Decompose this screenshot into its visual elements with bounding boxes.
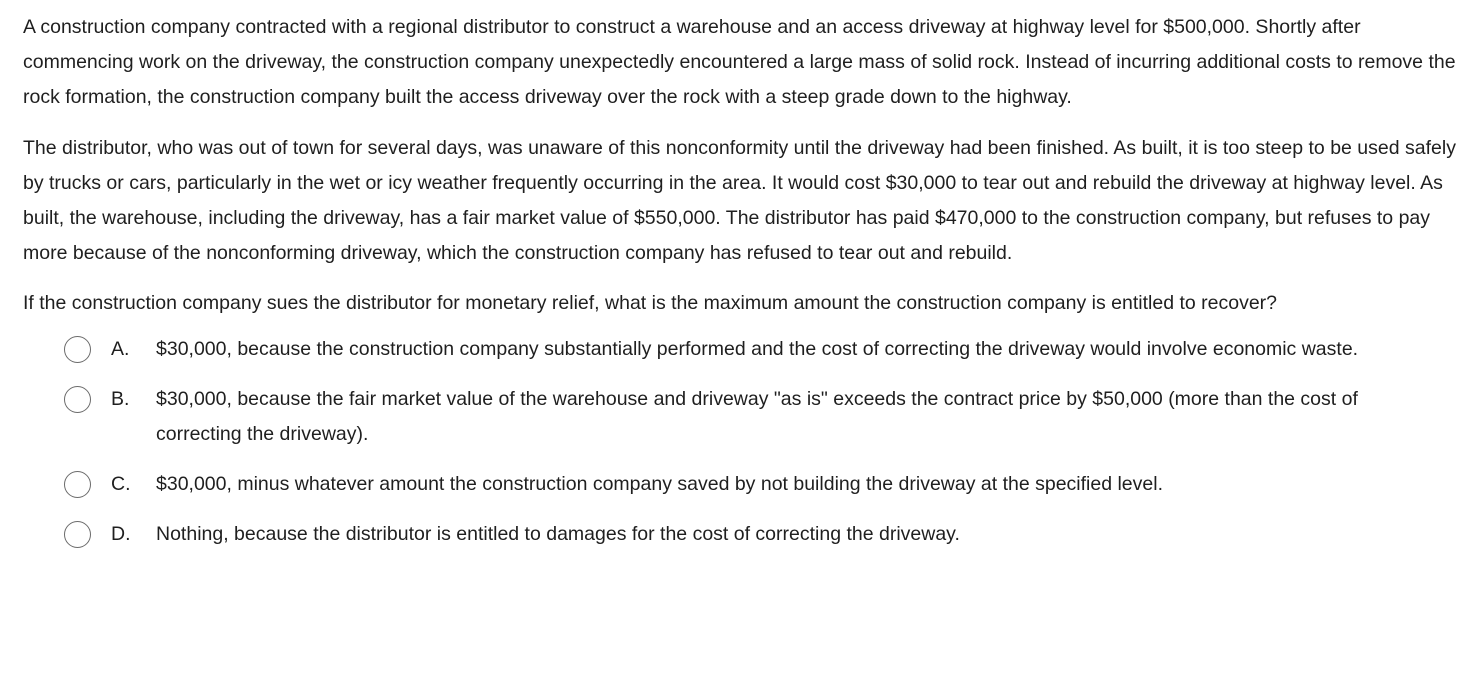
option-text-b: $30,000, because the fair market value o… <box>156 387 1358 446</box>
option-a[interactable]: A. $30,000, because the construction com… <box>23 332 1459 367</box>
option-d[interactable]: D. Nothing, because the distributor is e… <box>23 517 1459 552</box>
option-letter-a: A. <box>111 337 130 360</box>
question-stem: If the construction company sues the dis… <box>23 292 1277 315</box>
radio-button-d[interactable] <box>64 521 91 549</box>
option-b[interactable]: B. $30,000, because the fair market valu… <box>23 382 1459 452</box>
question-page: A construction company contracted with a… <box>0 0 1483 691</box>
option-letter-d: D. <box>111 523 131 546</box>
radio-button-a[interactable] <box>64 335 91 363</box>
option-letter-c: C. <box>111 473 131 496</box>
option-text-c: $30,000, minus whatever amount the const… <box>156 473 1164 496</box>
option-c[interactable]: C. $30,000, minus whatever amount the co… <box>23 467 1459 502</box>
option-text-a: $30,000, because the construction compan… <box>156 337 1359 360</box>
radio-button-b[interactable] <box>64 385 91 413</box>
answer-options: A. $30,000, because the construction com… <box>23 332 1459 553</box>
radio-button-c[interactable] <box>64 471 91 499</box>
option-text-d: Nothing, because the distributor is enti… <box>156 523 960 546</box>
option-letter-b: B. <box>111 387 130 410</box>
passage-paragraph-2: The distributor, who was out of town for… <box>23 136 1456 265</box>
passage-paragraph-1: A construction company contracted with a… <box>23 16 1456 109</box>
